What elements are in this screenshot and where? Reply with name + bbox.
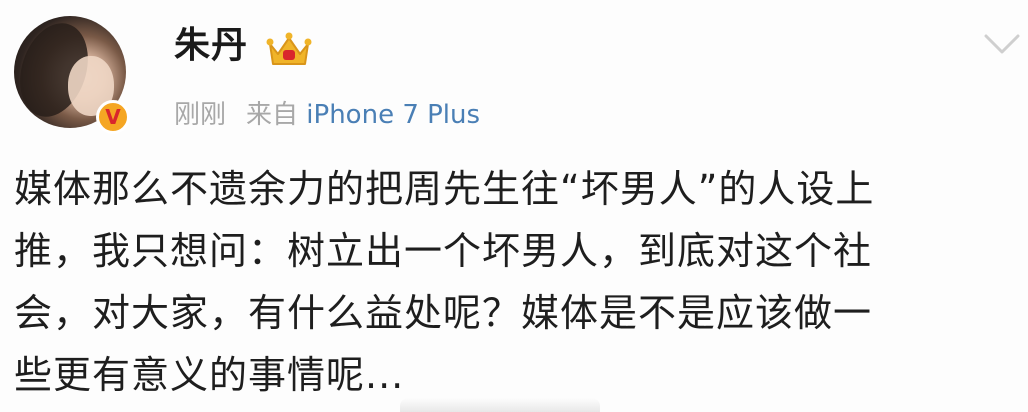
username[interactable]: 朱丹 [174,24,248,68]
post-time: 刚刚 [174,100,227,130]
weibo-post-card: V 朱丹 刚刚 来自 iPhone 7 Plus 媒体那么不遗余力的把周先生往“坏… [0,0,1028,412]
source-prefix: 来自 [246,100,299,130]
content-line: 些更有意义的事情呢... [14,353,405,397]
avatar-container[interactable]: V [14,16,130,134]
crown-icon[interactable] [266,30,312,70]
verified-badge-icon: V [96,100,130,134]
post-meta: 刚刚 来自 iPhone 7 Plus [174,98,480,132]
chevron-down-icon[interactable] [982,30,1022,58]
bottom-divider [400,398,600,412]
device-link[interactable]: iPhone 7 Plus [306,100,480,130]
content-line: 媒体那么不遗余力的把周先生往“坏男人”的人设上 [14,167,875,211]
post-content: 媒体那么不遗余力的把周先生往“坏男人”的人设上 推，我只想问：树立出一个坏男人，… [14,158,1018,406]
content-line: 会，对大家，有什么益处呢？媒体是不是应该做一 [14,291,873,335]
content-line: 推，我只想问：树立出一个坏男人，到底对这个社 [14,229,873,273]
